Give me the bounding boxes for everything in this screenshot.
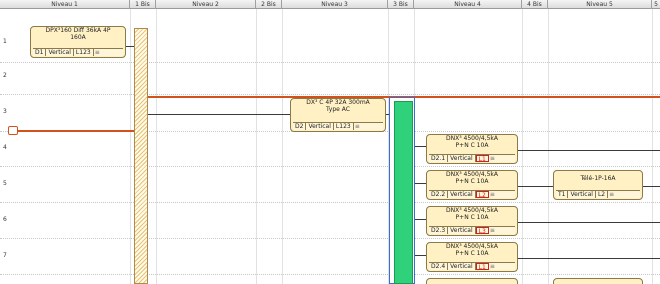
column-header-4-bis[interactable]: 4 Bis <box>522 0 548 9</box>
component-rating: P+N C 10A <box>455 214 489 221</box>
component-phase: L2 <box>475 191 489 199</box>
column-header-niveau-5[interactable]: Niveau 5 <box>548 0 652 9</box>
component-description: DNX³ 4500/4,5kA <box>446 243 498 250</box>
row-divider <box>0 238 660 239</box>
component-footer: D2 Vertical L123 ≡ <box>293 122 383 130</box>
row-divider <box>0 94 660 95</box>
component-ref: D2 <box>293 123 307 130</box>
component-phase: L2 <box>596 191 609 198</box>
column-divider <box>548 9 549 284</box>
column-divider <box>522 9 523 284</box>
component-description: DX³ C 4P 32A 300mA <box>306 99 370 106</box>
component-footer: D2.4 Vertical L1 ≡ <box>429 262 515 271</box>
component-description: DNX³ 4500/4,5kA <box>446 171 498 178</box>
component-orientation: Vertical <box>568 191 596 198</box>
connection-wire[interactable] <box>517 258 660 259</box>
component-ref: D1 <box>33 49 47 56</box>
component-rating: 160A <box>70 34 86 41</box>
breaker-d1[interactable]: DPX³160 Diff 36kA 4P 160A D1 Vertical L1… <box>30 26 126 58</box>
column-header-niveau-3[interactable]: Niveau 3 <box>282 0 388 9</box>
column-header-niveau-2[interactable]: Niveau 2 <box>156 0 256 9</box>
connection-wire[interactable] <box>517 186 553 187</box>
component-orientation: Vertical <box>306 123 334 130</box>
connection-wire[interactable] <box>148 114 290 115</box>
breaker-d2-1[interactable]: DNX³ 4500/4,5kA P+N C 10A D2.1 Vertical … <box>426 134 518 164</box>
column-header-1-bis[interactable]: 1 Bis <box>130 0 156 9</box>
column-divider <box>156 9 157 284</box>
row-number: 3 <box>3 108 7 115</box>
busbar-level-1[interactable] <box>134 28 148 284</box>
row-number: 1 <box>3 38 7 45</box>
column-header-bar: Niveau 1 1 Bis Niveau 2 2 Bis Niveau 3 3… <box>0 0 660 9</box>
breaker-d2[interactable]: DX³ C 4P 32A 300mA Type AC D2 Vertical L… <box>290 98 386 132</box>
component-rating: P+N C 10A <box>455 250 489 257</box>
main-feed-wire[interactable] <box>18 130 148 132</box>
breaker-d2-2[interactable]: DNX³ 4500/4,5kA P+N C 10A D2.2 Vertical … <box>426 170 518 200</box>
component-phase: L3 <box>475 227 489 235</box>
breaker-d2-3[interactable]: DNX³ 4500/4,5kA P+N C 10A D2.3 Vertical … <box>426 206 518 236</box>
component-footer: D1 Vertical L123 ≡ <box>33 48 123 56</box>
component-description: DNX³ 4500/4,5kA <box>446 135 498 142</box>
column-header-niveau-4[interactable]: Niveau 4 <box>414 0 522 9</box>
component-footer: D2.3 Vertical L3 ≡ <box>429 226 515 235</box>
component-footer: D2.2 Vertical L2 ≡ <box>429 190 515 199</box>
component-rating: P+N C 10A <box>455 178 489 185</box>
row-number: 6 <box>3 216 7 223</box>
component-description: Télé-1P-16A <box>580 175 616 182</box>
column-divider <box>282 9 283 284</box>
component-phase: L123 <box>334 123 354 130</box>
component-ref: D2.1 <box>429 155 449 162</box>
component-description: DNX³ 4500/4,5kA <box>446 207 498 214</box>
row-divider <box>0 202 660 203</box>
component-orientation: Vertical <box>448 155 476 162</box>
row-divider <box>0 166 660 167</box>
component-footer: T1 Vertical L2 ≡ <box>556 190 640 198</box>
column-header-5[interactable]: 5 <box>652 0 660 9</box>
component-ref: D2.4 <box>429 263 449 270</box>
breaker-partial[interactable] <box>426 278 518 284</box>
busbar-level-3[interactable] <box>394 101 413 284</box>
column-header-3-bis[interactable]: 3 Bis <box>388 0 414 9</box>
row-divider <box>0 274 660 275</box>
menu-icon[interactable]: ≡ <box>94 49 101 56</box>
menu-icon[interactable]: ≡ <box>489 155 496 162</box>
row-number: 5 <box>3 180 7 187</box>
component-rating: Type AC <box>326 106 350 113</box>
menu-icon[interactable]: ≡ <box>489 227 496 234</box>
component-phase: L1 <box>475 263 489 271</box>
menu-icon[interactable]: ≡ <box>489 263 496 270</box>
component-ref: D2.3 <box>429 227 449 234</box>
connection-wire[interactable] <box>517 150 660 151</box>
component-ref: D2.2 <box>429 191 449 198</box>
row-number: 7 <box>3 252 7 259</box>
component-orientation: Vertical <box>448 191 476 198</box>
component-orientation: Vertical <box>46 49 74 56</box>
menu-icon[interactable]: ≡ <box>608 191 615 198</box>
supply-start-node[interactable] <box>8 126 18 135</box>
column-divider <box>256 9 257 284</box>
column-divider <box>130 9 131 284</box>
row-number: 2 <box>3 72 7 79</box>
component-orientation: Vertical <box>448 263 476 270</box>
column-header-niveau-1[interactable]: Niveau 1 <box>0 0 130 9</box>
component-rating: P+N C 10A <box>455 142 489 149</box>
component-orientation: Vertical <box>448 227 476 234</box>
column-header-2-bis[interactable]: 2 Bis <box>256 0 282 9</box>
column-divider <box>652 9 653 284</box>
contactor-t1[interactable]: Télé-1P-16A T1 Vertical L2 ≡ <box>553 170 643 200</box>
menu-icon[interactable]: ≡ <box>489 191 496 198</box>
component-description: DPX³160 Diff 36kA 4P <box>45 27 111 34</box>
component-ref: T1 <box>556 191 569 198</box>
component-phase: L1 <box>475 155 489 163</box>
component-footer: D2.1 Vertical L1 ≡ <box>429 154 515 163</box>
menu-icon[interactable]: ≡ <box>354 123 361 130</box>
device-partial[interactable] <box>553 278 643 284</box>
breaker-d2-4[interactable]: DNX³ 4500/4,5kA P+N C 10A D2.4 Vertical … <box>426 242 518 272</box>
connection-wire[interactable] <box>643 186 660 187</box>
row-divider <box>0 62 660 63</box>
connection-wire[interactable] <box>517 222 660 223</box>
component-phase: L123 <box>74 49 94 56</box>
row-number: 4 <box>3 144 7 151</box>
